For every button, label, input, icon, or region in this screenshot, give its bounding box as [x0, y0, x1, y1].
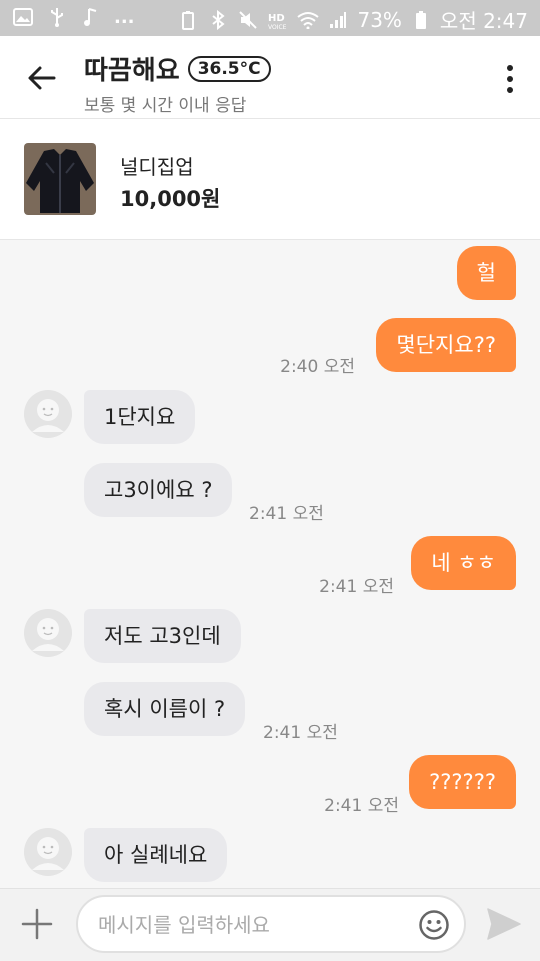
hd-voice-icon: HD VOICE: [267, 9, 289, 31]
clock: 오전 2:47: [439, 9, 528, 33]
jacket-image: [24, 143, 96, 215]
message-time: 2:41 오전: [324, 796, 399, 816]
usb-icon: [46, 6, 68, 28]
message-time: 2:40 오전: [280, 357, 355, 377]
message-bubble-outgoing[interactable]: 헐: [456, 246, 516, 301]
response-time-text: 보통 몇 시간 이내 응답: [84, 96, 247, 116]
status-bar-left: ...: [12, 6, 135, 28]
more-icon: ...: [114, 6, 135, 28]
image-icon: [12, 6, 34, 28]
smiley-icon: [419, 910, 449, 940]
plus-icon: [21, 908, 53, 940]
default-avatar-icon: [24, 390, 72, 438]
message-field[interactable]: [76, 895, 466, 953]
back-button[interactable]: [26, 62, 58, 94]
message-input-bar: [0, 888, 540, 961]
battery-percent: 73%: [357, 7, 402, 32]
bluetooth-icon: [207, 9, 229, 31]
svg-text:HD: HD: [268, 13, 285, 24]
message-bubble-incoming[interactable]: 고3이에요 ?: [84, 463, 233, 518]
status-bar-right: HD VOICE 73% 오전 2:47: [177, 5, 528, 34]
mute-icon: [237, 9, 259, 31]
signal-icon: [327, 9, 349, 31]
send-icon: [487, 908, 521, 940]
arrow-left-icon: [28, 66, 56, 90]
product-thumbnail: [24, 143, 96, 215]
message-bubble-outgoing[interactable]: ??????: [409, 755, 516, 810]
default-avatar-icon: [24, 609, 72, 657]
message-bubble-incoming[interactable]: 아 실례네요: [84, 828, 228, 883]
manner-temperature-badge: 36.5°C: [187, 55, 271, 82]
product-price: 10,000원: [120, 187, 221, 211]
message-bubble-outgoing[interactable]: 몇단지요??: [376, 318, 516, 373]
battery-saver-icon: [177, 9, 199, 31]
message-bubble-incoming[interactable]: 1단지요: [84, 390, 196, 445]
message-bubble-incoming[interactable]: 혹시 이름이 ?: [84, 682, 246, 737]
message-bubble-outgoing[interactable]: 네 ㅎㅎ: [411, 536, 516, 591]
attach-button[interactable]: [20, 907, 54, 941]
battery-icon: [410, 9, 432, 31]
message-time: 2:41 오전: [263, 723, 338, 743]
message-bubble-incoming[interactable]: 저도 고3인데: [84, 609, 241, 664]
wifi-icon: [297, 9, 320, 31]
product-name: 널디집업: [120, 155, 194, 179]
chat-messages[interactable]: 헐 2:40 오전 몇단지요?? 1단지요 고3이에요 ? 2:41 오전 2:…: [0, 240, 540, 888]
avatar[interactable]: [24, 390, 72, 438]
emoji-button[interactable]: [418, 909, 450, 941]
message-time: 2:41 오전: [249, 504, 324, 524]
music-icon: [80, 6, 102, 28]
partner-name: 따끔해요: [84, 56, 180, 86]
header-title-block: 따끔해요 36.5°C 보통 몇 시간 이내 응답: [84, 50, 271, 116]
avatar[interactable]: [24, 609, 72, 657]
message-time: 2:41 오전: [319, 577, 394, 597]
send-button[interactable]: [486, 907, 522, 941]
svg-text:VOICE: VOICE: [268, 24, 287, 30]
default-avatar-icon: [24, 828, 72, 876]
avatar[interactable]: [24, 828, 72, 876]
vertical-dots-icon: [507, 65, 513, 93]
more-menu-button[interactable]: [506, 64, 514, 94]
message-input[interactable]: [96, 907, 400, 943]
product-card[interactable]: 널디집업 10,000원: [0, 119, 540, 240]
status-bar: ... HD VOICE 73% 오전 2:47: [0, 0, 540, 36]
chat-header: 따끔해요 36.5°C 보통 몇 시간 이내 응답: [0, 36, 540, 119]
